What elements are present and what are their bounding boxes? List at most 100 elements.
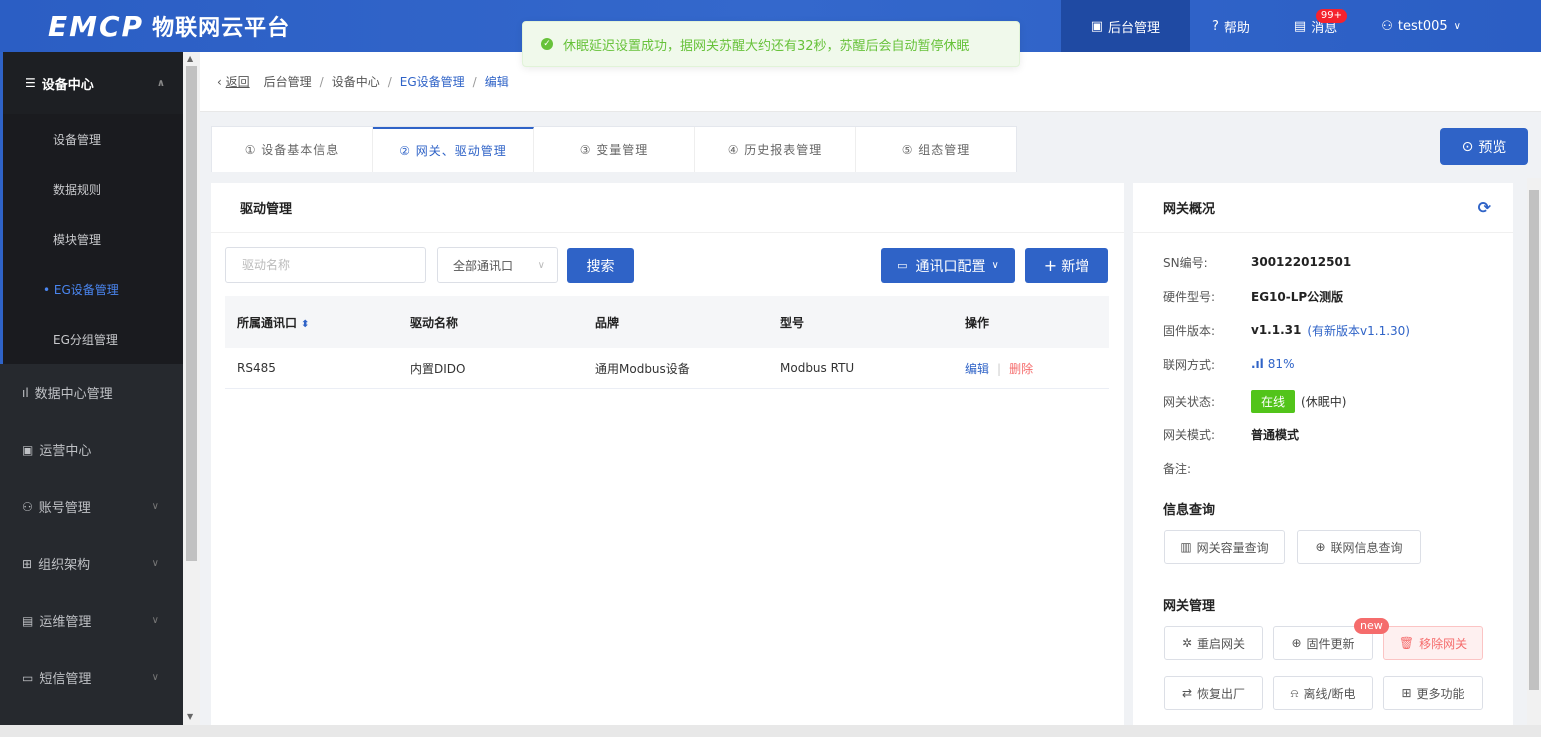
add-label: 新增 (1061, 258, 1090, 275)
header-nav: ▣ 后台管理 ? 帮助 ▤ 消息 99+ ⚇ test005 ∨ (1060, 0, 1541, 52)
sidebar-group-label: 设备中心 (41, 77, 94, 93)
logo[interactable]: EMCP 物联网云平台 (48, 10, 291, 43)
sidebar-item-operation-center[interactable]: ▣ 运营中心 (0, 421, 183, 478)
sidebar-scroll-thumb[interactable] (186, 66, 197, 561)
sidebar-item-eg-device-management[interactable]: • EG设备管理 (0, 264, 183, 314)
bottom-bar (0, 725, 1541, 737)
trash-icon: 🗑 (1398, 636, 1415, 650)
port-config-button[interactable]: ▭ 通讯口配置 ∨ (881, 248, 1015, 283)
cell-name: 内置DIDO (410, 361, 466, 376)
chevron-down-icon: ∨ (151, 672, 159, 683)
tab-basic-info[interactable]: ① 设备基本信息 (212, 127, 373, 172)
more-functions-label: 更多功能 (1416, 686, 1465, 701)
delete-link[interactable]: 删除 (1009, 362, 1033, 376)
factory-reset-button[interactable]: ⇄ 恢复出厂 (1164, 676, 1263, 710)
remove-gateway-label: 移除网关 (1419, 636, 1468, 651)
sidebar-item-label: 组织架构 (38, 558, 91, 573)
crumb-admin[interactable]: 后台管理 (264, 73, 312, 90)
back-link[interactable]: ‹ 返回 (217, 73, 250, 90)
sidebar-item-data-rules[interactable]: 数据规则 (0, 164, 183, 214)
edit-link[interactable]: 编辑 (965, 362, 989, 376)
column-port-label: 所属通讯口 (237, 315, 298, 330)
crumb-separator: / (472, 74, 477, 89)
column-header-port[interactable]: 所属通讯口 ⬍ (225, 314, 410, 331)
capacity-query-button[interactable]: ▥ 网关容量查询 (1164, 530, 1285, 564)
main-scroll-thumb[interactable] (1529, 190, 1539, 690)
more-functions-button[interactable]: ⊞ 更多功能 (1383, 676, 1483, 710)
hardware-row: 硬件型号: EG10-LP公测版 (1163, 286, 1343, 306)
info-query-title: 信息查询 (1163, 503, 1216, 518)
firmware-new-version-link[interactable]: (有新版本v1.1.30) (1307, 322, 1410, 339)
status-row: 网关状态: 在线 (休眠中) (1163, 389, 1346, 413)
sidebar-item-sms[interactable]: ▭ 短信管理 ∨ (0, 649, 183, 706)
tab-gateway-driver[interactable]: ② 网关、驱动管理 (373, 127, 534, 172)
operation-icon: ▣ (22, 442, 34, 457)
upload-icon: ⊕ (1291, 636, 1302, 650)
nav-messages[interactable]: ▤ 消息 99+ (1272, 0, 1359, 52)
chevron-down-icon: ∨ (537, 259, 545, 271)
cell-brand: 通用Modbus设备 (595, 361, 690, 376)
signal-icon: .ıl (1251, 357, 1264, 371)
preview-button[interactable]: ⊙ 预览 (1440, 128, 1528, 165)
main-scrollbar[interactable] (1527, 178, 1541, 725)
capacity-query-label: 网关容量查询 (1196, 540, 1269, 555)
sidebar-item-data-center[interactable]: ıl 数据中心管理 (0, 364, 183, 421)
sidebar-item-eg-group-management[interactable]: EG分组管理 (0, 314, 183, 364)
driver-name-input[interactable] (225, 247, 426, 283)
cell-model: Modbus RTU (780, 361, 855, 375)
step-tabs: ① 设备基本信息 ② 网关、驱动管理 ③ 变量管理 ④ 历史报表管理 ⑤ 组态管… (211, 126, 1017, 172)
driver-table: 所属通讯口 ⬍ 驱动名称 品牌 型号 操作 RS485 内置DIDO 通用Modb… (225, 296, 1109, 389)
search-button[interactable]: 搜索 (567, 248, 634, 283)
port-select[interactable]: 全部通讯口 ∨ (437, 247, 558, 283)
sidebar-item-module-management[interactable]: 模块管理 (0, 214, 183, 264)
sidebar-item-maintenance[interactable]: ▤ 运维管理 ∨ (0, 592, 183, 649)
hardware-label: 硬件型号: (1163, 289, 1216, 304)
restart-label: 重启网关 (1197, 636, 1246, 651)
chevron-down-icon: ∨ (151, 501, 159, 512)
sort-icon[interactable]: ⬍ (301, 319, 309, 330)
status-badge: 在线 (1251, 389, 1296, 413)
crumb-edit: 编辑 (484, 75, 509, 89)
sidebar-item-account[interactable]: ⚇ 账号管理 ∨ (0, 478, 183, 535)
sidebar-scrollbar[interactable]: ▲ ▼ (183, 52, 200, 725)
gateway-overview-panel: 网关概况 ⟳ SN编号: 300122012501 硬件型号: EG10-LP公… (1133, 183, 1513, 725)
monitor-icon: ▣ (1090, 18, 1103, 34)
swap-icon: ⇄ (1181, 686, 1193, 700)
nav-help[interactable]: ? 帮助 (1190, 0, 1272, 52)
restart-gateway-button[interactable]: ✲ 重启网关 (1164, 626, 1263, 660)
sn-row: SN编号: 300122012501 (1163, 252, 1351, 272)
sms-icon: ▭ (22, 670, 34, 685)
capacity-icon: ▥ (1180, 540, 1192, 554)
scroll-up-icon[interactable]: ▲ (187, 54, 193, 63)
nav-admin[interactable]: ▣ 后台管理 (1060, 0, 1190, 52)
check-icon: ✓ (541, 38, 553, 50)
remove-gateway-button[interactable]: 🗑 移除网关 (1383, 626, 1483, 660)
tab-history-report[interactable]: ④ 历史报表管理 (695, 127, 856, 172)
firmware-row: 固件版本: v1.1.31 (有新版本v1.1.30) (1163, 320, 1410, 340)
play-circle-icon: ⊙ (1461, 138, 1474, 155)
gateway-manage-title: 网关管理 (1163, 599, 1216, 614)
chevron-up-icon: ∧ (156, 77, 165, 89)
refresh-icon[interactable]: ⟳ (1478, 198, 1491, 217)
sidebar-item-organization[interactable]: ⊞ 组织架构 ∨ (0, 535, 183, 592)
logo-text: 物联网云平台 (152, 16, 291, 41)
nav-user[interactable]: ⚇ test005 ∨ (1359, 0, 1541, 52)
crumb-separator: / (319, 74, 324, 89)
tab-configuration[interactable]: ⑤ 组态管理 (856, 127, 1016, 172)
network-info-label: 联网信息查询 (1330, 540, 1403, 555)
scroll-down-icon[interactable]: ▼ (187, 712, 193, 721)
network-info-button[interactable]: ⊕ 联网信息查询 (1297, 530, 1421, 564)
offline-power-button[interactable]: ⍾ 离线/断电 (1273, 676, 1373, 710)
sidebar-item-device-management[interactable]: 设备管理 (0, 114, 183, 164)
crumb-device-center[interactable]: 设备中心 (332, 73, 380, 90)
network-label: 联网方式: (1163, 357, 1216, 372)
sn-label: SN编号: (1163, 255, 1208, 270)
nav-help-label: 帮助 (1223, 20, 1250, 36)
add-driver-button[interactable]: + 新增 (1025, 248, 1108, 283)
sidebar-group-device-center[interactable]: ☰ 设备中心 ∧ (0, 52, 183, 114)
chevron-down-icon: ∨ (151, 558, 159, 569)
offline-power-label: 离线/断电 (1303, 686, 1356, 701)
column-header-name: 驱动名称 (410, 315, 459, 330)
tab-variables[interactable]: ③ 变量管理 (534, 127, 695, 172)
crumb-eg-device[interactable]: EG设备管理 (400, 73, 465, 90)
